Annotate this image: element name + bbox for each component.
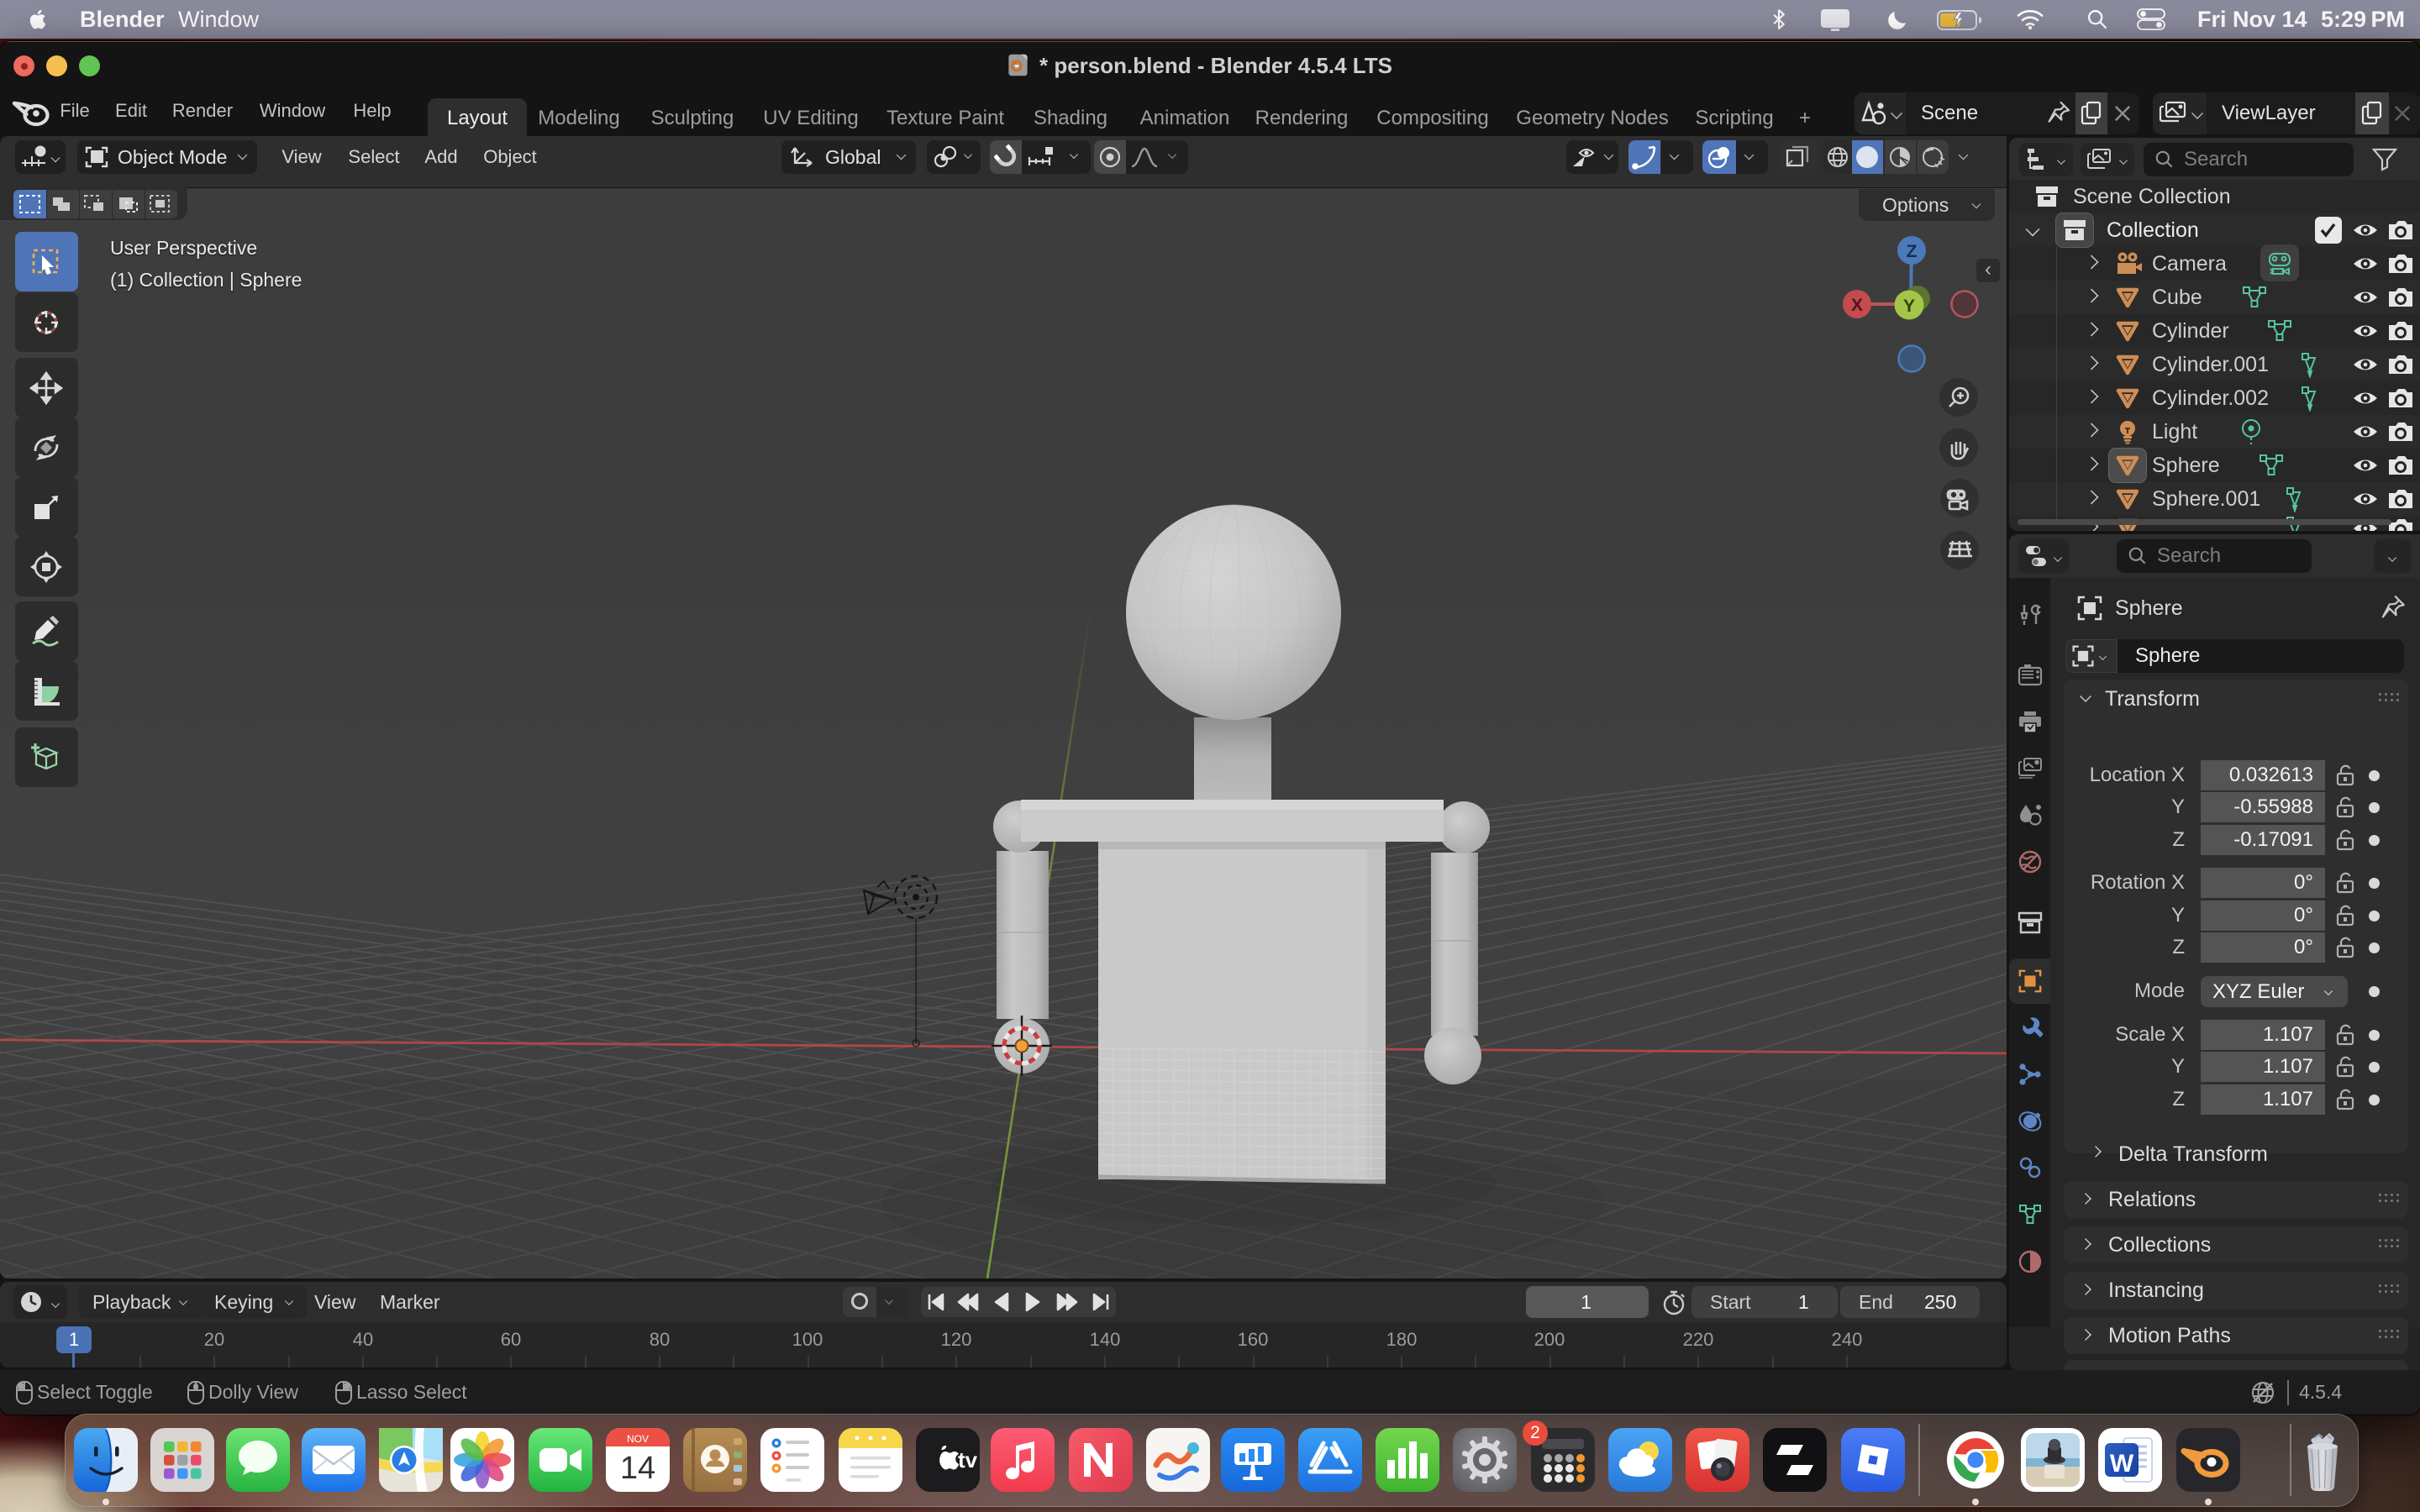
svg-text:W: W [2110,1450,2134,1478]
svg-text:X: X [1851,296,1863,315]
svg-text:Z: Z [1907,242,1918,261]
svg-text:NOV: NOV [627,1433,649,1445]
svg-text:tv: tv [958,1447,978,1473]
svg-text:14: 14 [620,1451,655,1486]
svg-text:Y: Y [1903,297,1915,316]
